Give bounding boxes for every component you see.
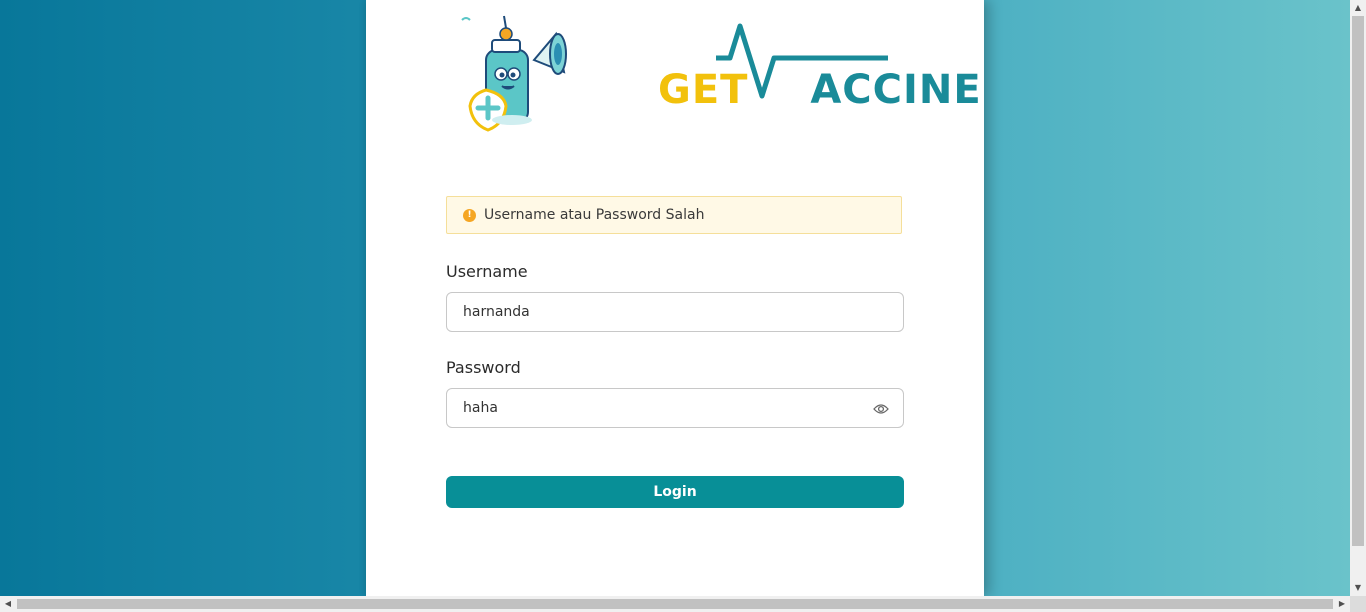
login-card: GET V ACCINE ! Username atau Password Sa… — [366, 0, 984, 596]
logo-wordmark: GET V ACCINE — [658, 70, 982, 110]
scroll-left-arrow-icon[interactable]: ◀ — [0, 596, 16, 612]
password-input[interactable]: haha — [446, 388, 904, 428]
logo-vaccine-text: ACCINE — [810, 67, 982, 113]
horizontal-scroll-thumb[interactable] — [17, 599, 1333, 609]
warning-icon: ! — [463, 209, 476, 222]
vertical-scroll-thumb[interactable] — [1352, 16, 1364, 546]
vertical-scrollbar[interactable]: ▲ ▼ — [1350, 0, 1366, 596]
scroll-up-arrow-icon[interactable]: ▲ — [1350, 0, 1366, 16]
get-vaccine-logo: GET V ACCINE — [446, 12, 981, 137]
username-input[interactable]: harnanda — [446, 292, 904, 332]
scroll-right-arrow-icon[interactable]: ▶ — [1334, 596, 1350, 612]
error-message: Username atau Password Salah — [484, 207, 705, 223]
login-button[interactable]: Login — [446, 476, 904, 508]
error-alert: ! Username atau Password Salah — [446, 196, 902, 234]
password-label: Password — [446, 358, 521, 377]
horizontal-scrollbar[interactable]: ◀ ▶ — [0, 596, 1350, 612]
scrollbar-corner — [1350, 596, 1366, 612]
username-label: Username — [446, 262, 528, 281]
password-value: haha — [463, 400, 498, 416]
scroll-down-arrow-icon[interactable]: ▼ — [1350, 580, 1366, 596]
eye-icon[interactable] — [873, 402, 889, 416]
mascot-icon — [461, 15, 567, 132]
logo-get-text: GET — [658, 67, 749, 113]
username-value: harnanda — [463, 304, 530, 320]
